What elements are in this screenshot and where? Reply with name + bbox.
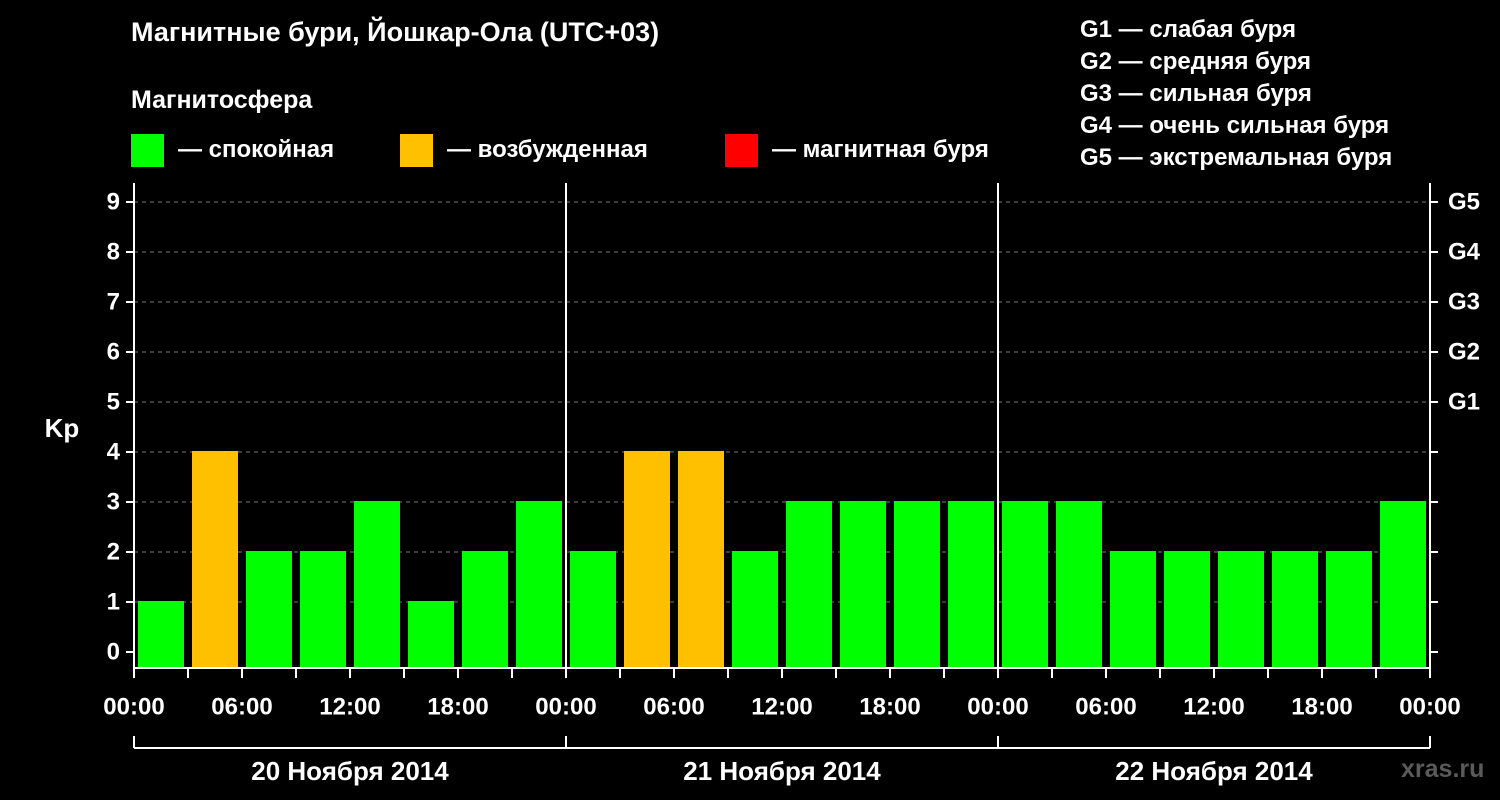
y-tick-label: 5 [107,389,120,416]
kp-bar [408,601,454,668]
x-tick-label: 06:00 [643,694,704,721]
x-tick-label: 00:00 [967,694,1028,721]
day-label: 20 Ноября 2014 [251,756,449,786]
day-label: 22 Ноября 2014 [1115,756,1313,786]
x-tick-label: 12:00 [319,694,380,721]
y-tick-label: 1 [107,589,120,616]
y-tick-label: 7 [107,289,120,316]
y-tick-label: 2 [107,539,120,566]
x-tick-label: 12:00 [751,694,812,721]
x-tick-label: 06:00 [211,694,272,721]
kp-bar [138,601,184,668]
kp-bar [894,501,940,668]
y-tick-label: 6 [107,339,120,366]
g-tick-label: G1 [1448,389,1480,416]
kp-bar [1272,551,1318,668]
kp-bar [840,501,886,668]
kp-bar [570,551,616,668]
x-tick-label: 18:00 [859,694,920,721]
y-axis-label: Kp [45,413,80,443]
kp-bar [732,551,778,668]
g-tick-label: G4 [1448,239,1481,266]
x-tick-label: 06:00 [1075,694,1136,721]
kp-bar [678,451,724,668]
x-tick-label: 18:00 [1291,694,1352,721]
kp-bar [462,551,508,668]
x-tick-label: 00:00 [535,694,596,721]
kp-bar [1002,501,1048,668]
kp-bar [1380,501,1426,668]
x-tick-label: 18:00 [427,694,488,721]
kp-bar [516,501,562,668]
kp-bar [786,501,832,668]
y-tick-label: 3 [107,489,120,516]
kp-bar [300,551,346,668]
y-tick-label: 9 [107,189,120,216]
kp-bar [246,551,292,668]
kp-bar [1164,551,1210,668]
kp-chart: 0 1 2 3 4 5 6 7 8 9 G1 G2 G3 G4 G5 Kp 00:00 06:00 12:00 18:… [45,183,1481,786]
x-tick-label: 00:00 [103,694,164,721]
kp-bar [948,501,994,668]
g-tick-label: G3 [1448,289,1480,316]
y-tick-label: 4 [107,439,121,466]
y-tick-label: 8 [107,239,120,266]
kp-bar [354,501,400,668]
kp-bar [1056,501,1102,668]
kp-bar [624,451,670,668]
y-tick-label: 0 [107,639,120,666]
kp-bar [1110,551,1156,668]
kp-bar [192,451,238,668]
x-tick-label: 12:00 [1183,694,1244,721]
kp-bar [1218,551,1264,668]
watermark: xras.ru [1401,755,1485,783]
kp-bar [1326,551,1372,668]
day-label: 21 Ноября 2014 [683,756,881,786]
x-tick-label: 00:00 [1399,694,1460,721]
g-tick-label: G5 [1448,189,1480,216]
g-tick-label: G2 [1448,339,1480,366]
